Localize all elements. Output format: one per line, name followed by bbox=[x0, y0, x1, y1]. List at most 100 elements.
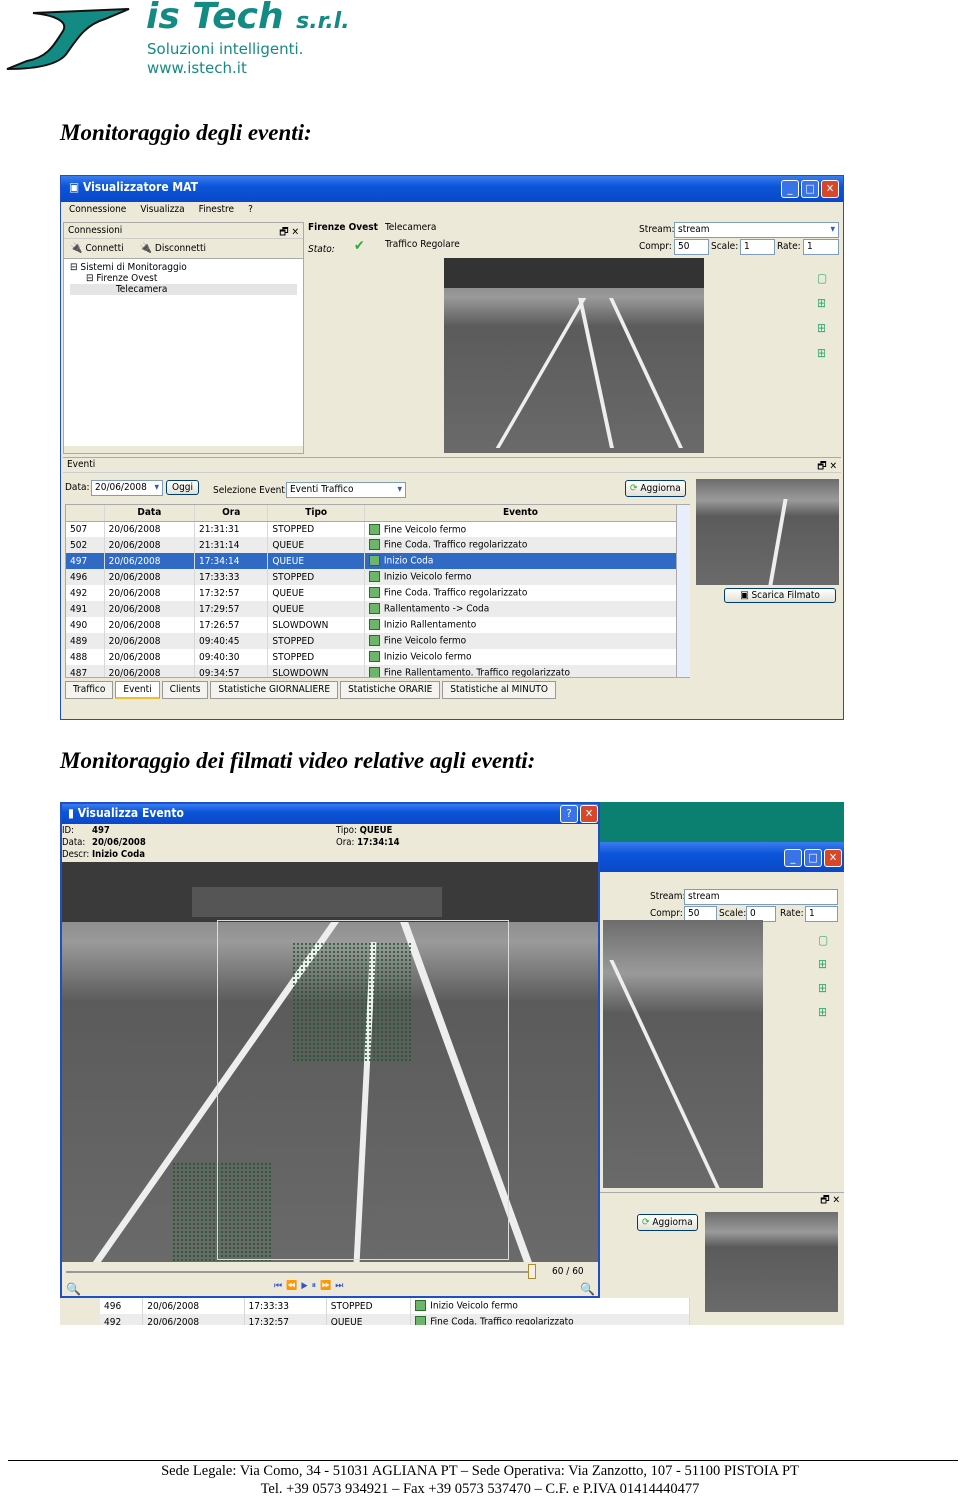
table-row[interactable]: 491 20/06/2008 17:29:57 QUEUE Rallentamento … bbox=[66, 601, 678, 617]
last-frame-button[interactable]: ⏭ bbox=[335, 1281, 343, 1291]
frame-counter: 60 / 60 bbox=[552, 1266, 584, 1277]
forward-button[interactable]: ⏩ bbox=[320, 1281, 331, 1291]
menu-help[interactable]: ? bbox=[248, 204, 253, 215]
descr-label: Descr: bbox=[62, 849, 90, 860]
table-cell: 20/06/2008 bbox=[104, 649, 196, 665]
connections-panel: Connessioni 🗗 ✕ 🔌 Connetti 🔌 Disconnetti… bbox=[63, 222, 304, 454]
panel-close-icon[interactable]: 🗗 ✕ bbox=[600, 1192, 844, 1208]
column-header[interactable] bbox=[66, 505, 105, 522]
help-button[interactable]: ? bbox=[560, 805, 578, 823]
film-icon bbox=[368, 571, 380, 583]
tree-item[interactable]: ⊟ Sistemi di Monitoraggio bbox=[70, 262, 297, 273]
table-scrollbar[interactable] bbox=[676, 505, 690, 677]
menu-finestre[interactable]: Finestre bbox=[199, 204, 234, 215]
event-type-select[interactable]: Eventi Traffico ▾ bbox=[286, 482, 406, 498]
panel-close-icon[interactable]: 🗗 ✕ bbox=[817, 459, 837, 476]
website: www.istech.it bbox=[147, 59, 247, 77]
logo-mark-icon bbox=[6, 8, 130, 70]
date-picker[interactable]: 20/06/2008 ▾ bbox=[91, 480, 163, 496]
stream-select[interactable]: stream bbox=[684, 889, 838, 905]
camera-name: Telecamera bbox=[385, 222, 437, 233]
first-frame-button[interactable]: ⏮ bbox=[274, 1281, 282, 1291]
table-row[interactable]: 487 20/06/2008 09:34:57 SLOWDOWN Fine Rallen… bbox=[66, 665, 678, 677]
column-header[interactable]: Evento bbox=[364, 505, 678, 522]
view-tools[interactable]: ▢ ⊞ ⊞ ⊞ bbox=[818, 928, 828, 1024]
disconnect-button[interactable]: 🔌 Disconnetti bbox=[140, 243, 206, 254]
table-cell: 17:34:14 bbox=[194, 553, 269, 569]
section-heading-1: Monitoraggio degli eventi: bbox=[60, 120, 312, 145]
section-heading-2: Monitoraggio dei filmati video relative … bbox=[60, 748, 536, 773]
tab-eventi[interactable]: Eventi bbox=[115, 681, 160, 699]
slider-thumb[interactable] bbox=[528, 1264, 536, 1279]
connect-button[interactable]: 🔌 Connetti bbox=[70, 243, 124, 254]
today-button[interactable]: Oggi bbox=[166, 480, 200, 495]
checkmark-icon: ✔ bbox=[354, 238, 365, 254]
stream-select[interactable]: stream ▾ bbox=[674, 222, 839, 238]
compr-label: Compr: bbox=[639, 241, 672, 252]
table-row[interactable]: 496 20/06/2008 17:33:33 STOPPED Inizio Veico… bbox=[100, 1298, 690, 1314]
table-row[interactable]: 507 20/06/2008 21:31:31 STOPPED Fine Veicolo… bbox=[66, 521, 678, 537]
table-row[interactable]: 489 20/06/2008 09:40:45 STOPPED Fine Veicolo… bbox=[66, 633, 678, 649]
tree-item[interactable]: ⊟ Firenze Ovest bbox=[70, 273, 297, 284]
title-bar: ▮ Visualizza Evento bbox=[62, 804, 598, 824]
tab-statistiche-orarie[interactable]: Statistiche ORARIE bbox=[340, 681, 441, 699]
table-row[interactable]: 496 20/06/2008 17:33:33 STOPPED Inizio Veico… bbox=[66, 569, 678, 585]
table-cell: 17:29:57 bbox=[194, 601, 269, 617]
maximize-button[interactable]: □ bbox=[804, 849, 822, 867]
id-label: ID: bbox=[62, 825, 74, 836]
refresh-button[interactable]: ⟳ Aggiorna bbox=[625, 480, 686, 497]
panel-close-icon[interactable]: 🗗 ✕ bbox=[279, 225, 299, 242]
scale-spinner[interactable]: 1 bbox=[740, 239, 775, 255]
table-cell: Inizio Veicolo fermo bbox=[410, 1298, 690, 1314]
play-button[interactable]: ▶ bbox=[301, 1281, 307, 1291]
table-cell: 09:34:57 bbox=[194, 665, 269, 677]
tree-item[interactable]: Telecamera bbox=[70, 284, 297, 295]
column-header[interactable]: Tipo bbox=[267, 505, 365, 522]
tab-traffico[interactable]: Traffico bbox=[65, 681, 114, 699]
events-table-bg: 496 20/06/2008 17:33:33 STOPPED Inizio Veico… bbox=[100, 1298, 690, 1325]
refresh-button[interactable]: ⟳ Aggiorna bbox=[637, 1214, 698, 1231]
dialog-title: Visualizza Evento bbox=[77, 806, 184, 820]
table-row[interactable]: 488 20/06/2008 09:40:30 STOPPED Inizio Veico… bbox=[66, 649, 678, 665]
table-cell: Inizio Veicolo fermo bbox=[364, 569, 678, 585]
table-row[interactable]: 497 20/06/2008 17:34:14 QUEUE Inizio Coda bbox=[66, 553, 678, 569]
table-cell: 487 bbox=[66, 665, 105, 677]
maximize-button[interactable]: □ bbox=[801, 180, 819, 198]
table-cell: STOPPED bbox=[267, 649, 365, 665]
rewind-button[interactable]: ⏪ bbox=[286, 1281, 297, 1291]
close-button[interactable]: ✕ bbox=[824, 849, 842, 867]
scale-label: Scale: bbox=[719, 908, 747, 919]
film-icon bbox=[368, 667, 380, 677]
table-row[interactable]: 502 20/06/2008 21:31:14 QUEUE Fine Coda. Tra… bbox=[66, 537, 678, 553]
tab-statistiche-giornaliere[interactable]: Statistiche GIORNALIERE bbox=[210, 681, 339, 699]
column-header[interactable]: Data bbox=[104, 505, 196, 522]
rate-spinner[interactable]: 1 bbox=[803, 239, 839, 255]
table-cell: 489 bbox=[66, 633, 105, 649]
menu-visualizza[interactable]: Visualizza bbox=[140, 204, 184, 215]
rate-spinner[interactable]: 1 bbox=[805, 906, 838, 922]
view-tools[interactable]: ▢ ⊞ ⊞ ⊞ bbox=[817, 266, 833, 366]
export-icon[interactable]: 🔍 bbox=[66, 1282, 81, 1296]
close-button[interactable]: ✕ bbox=[821, 180, 839, 198]
tab-statistiche-al-minuto[interactable]: Statistiche al MINUTO bbox=[442, 681, 556, 699]
table-row[interactable]: 490 20/06/2008 17:26:57 SLOWDOWN Inizio Rall… bbox=[66, 617, 678, 633]
table-row[interactable]: 492 20/06/2008 17:32:57 QUEUE Fine Coda. Tra… bbox=[66, 585, 678, 601]
tab-clients[interactable]: Clients bbox=[161, 681, 209, 699]
table-row[interactable]: 492 20/06/2008 17:32:57 QUEUE Fine Coda. Tra… bbox=[100, 1314, 690, 1325]
menu-connessione[interactable]: Connessione bbox=[69, 204, 126, 215]
column-header[interactable]: Ora bbox=[194, 505, 269, 522]
table-cell: Rallentamento -> Coda bbox=[364, 601, 678, 617]
pause-button[interactable]: ⏸ bbox=[312, 1281, 317, 1291]
compr-spinner[interactable]: 50 bbox=[674, 239, 709, 255]
bottom-tabs: Traffico Eventi Clients Statistiche GIORNAL… bbox=[65, 681, 558, 699]
playback-slider[interactable]: 60 / 60 bbox=[62, 1264, 598, 1280]
table-cell: Fine Veicolo fermo bbox=[364, 633, 678, 649]
close-button[interactable]: ✕ bbox=[580, 805, 598, 823]
download-video-button[interactable]: ▣ Scarica Filmato bbox=[724, 588, 836, 603]
zoom-icon[interactable]: 🔍 bbox=[580, 1282, 595, 1296]
minimize-button[interactable]: _ bbox=[781, 180, 799, 198]
table-cell: 09:40:30 bbox=[194, 649, 269, 665]
app-icon: ▣ bbox=[69, 180, 83, 194]
minimize-button[interactable]: _ bbox=[784, 849, 802, 867]
table-cell: QUEUE bbox=[267, 553, 365, 569]
